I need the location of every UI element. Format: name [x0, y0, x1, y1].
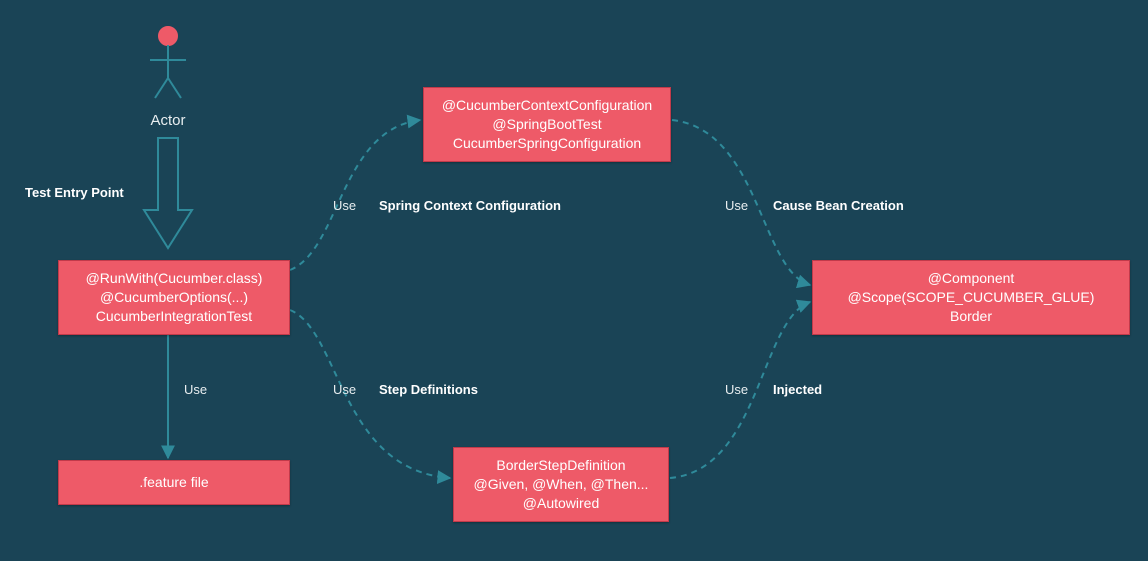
label-use-component-bottom: Use	[725, 382, 748, 397]
node-feature-line1: .feature file	[69, 473, 279, 492]
node-spring-cfg: @CucumberContextConfiguration @SpringBoo…	[423, 87, 671, 162]
node-spring-cfg-line1: @CucumberContextConfiguration	[434, 96, 660, 115]
actor-figure	[150, 27, 186, 98]
node-spring-cfg-line2: @SpringBootTest	[434, 115, 660, 134]
label-use-stepdef: Use	[333, 382, 356, 397]
node-step-def-line1: BorderStepDefinition	[464, 456, 658, 475]
node-component-line3: Border	[823, 307, 1119, 326]
node-entry: @RunWith(Cucumber.class) @CucumberOption…	[58, 260, 290, 335]
node-component-line2: @Scope(SCOPE_CUCUMBER_GLUE)	[823, 288, 1119, 307]
label-use-component-top: Use	[725, 198, 748, 213]
node-entry-line1: @RunWith(Cucumber.class)	[69, 269, 279, 288]
conn-entry-springcfg	[290, 120, 420, 270]
node-component: @Component @Scope(SCOPE_CUCUMBER_GLUE) B…	[812, 260, 1130, 335]
label-cause-bean-creation: Cause Bean Creation	[773, 198, 904, 213]
node-spring-cfg-line3: CucumberSpringConfiguration	[434, 134, 660, 153]
diagram-canvas: Actor Test Entry Point @RunWith(Cucumber…	[0, 0, 1148, 561]
label-use-feature: Use	[184, 382, 207, 397]
label-use-springcfg: Use	[333, 198, 356, 213]
actor-label: Actor	[150, 112, 186, 129]
label-injected: Injected	[773, 382, 822, 397]
label-spring-context-configuration: Spring Context Configuration	[379, 198, 561, 213]
label-step-definitions: Step Definitions	[379, 382, 478, 397]
node-feature: .feature file	[58, 460, 290, 505]
node-entry-line3: CucumberIntegrationTest	[69, 307, 279, 326]
node-step-def: BorderStepDefinition @Given, @When, @The…	[453, 447, 669, 522]
node-step-def-line2: @Given, @When, @Then...	[464, 475, 658, 494]
label-test-entry-point: Test Entry Point	[25, 185, 124, 200]
node-component-line1: @Component	[823, 269, 1119, 288]
node-step-def-line3: @Autowired	[464, 494, 658, 513]
node-entry-line2: @CucumberOptions(...)	[69, 288, 279, 307]
big-arrow	[144, 138, 192, 248]
